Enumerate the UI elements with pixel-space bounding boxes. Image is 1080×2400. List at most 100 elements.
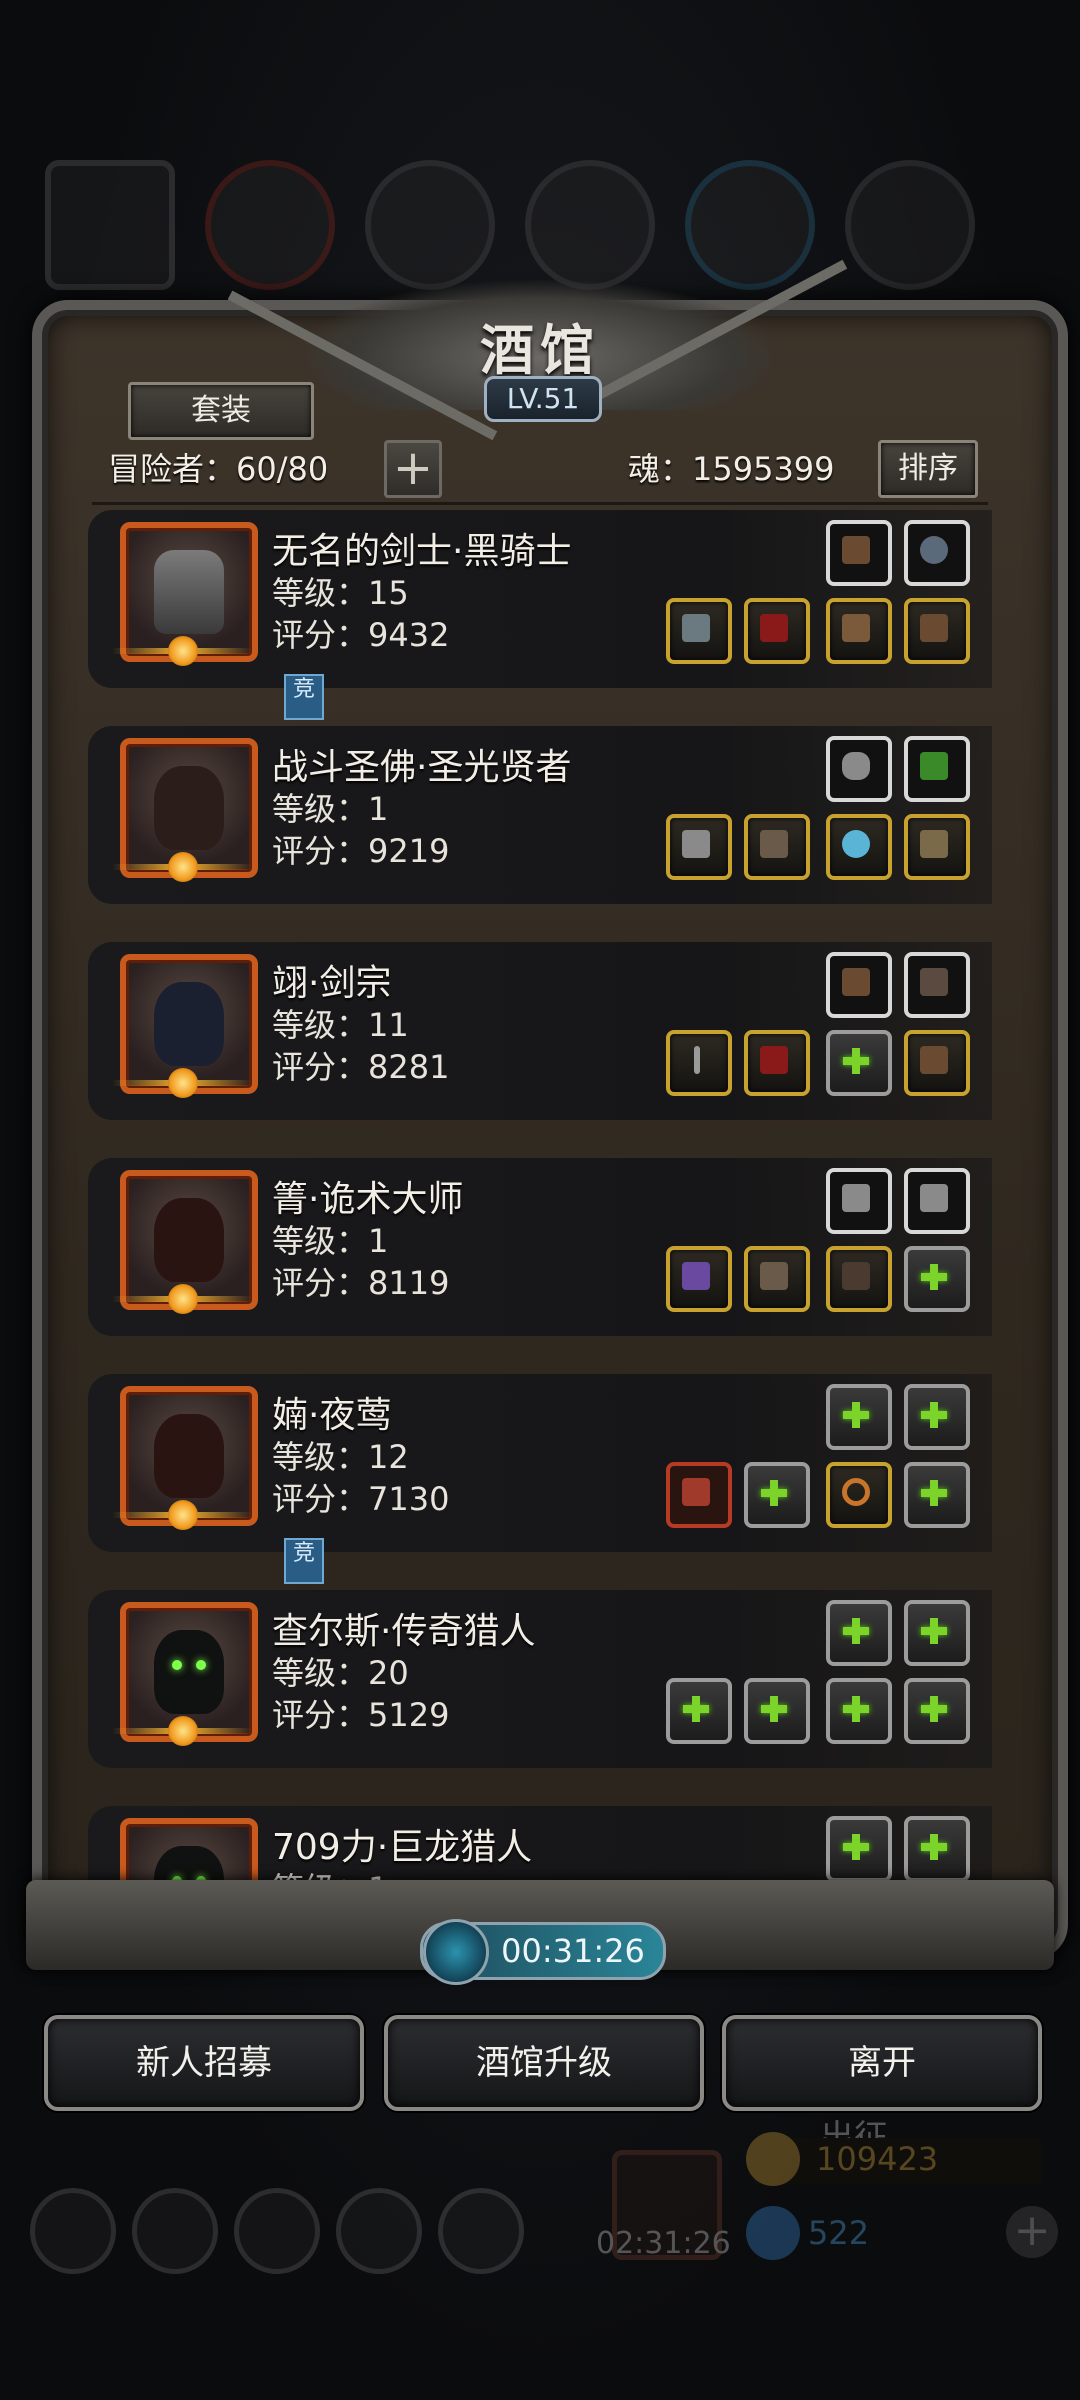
character-level: 等级：11 [272,1006,409,1044]
gold-amount: 109423 [816,2140,939,2178]
character-level: 等级：1 [272,790,389,828]
sort-button[interactable]: 排序 [878,440,978,498]
character-card[interactable]: 婻·夜莺 等级：12 评分：7130 [88,1374,992,1552]
star-emblem-icon [112,850,252,886]
plank-resource-icon [365,160,495,290]
character-level: 等级：20 [272,1654,409,1692]
stone-resource-icon [845,160,975,290]
black-knight-portrait-icon [154,550,224,634]
armor-slot-icon[interactable] [744,598,810,664]
clock-icon [423,1919,489,1985]
empty-slot-add-icon[interactable] [826,1384,892,1450]
trickster-portrait-icon [154,1198,224,1282]
character-level: 等级：15 [272,574,409,612]
add-adventurer-button[interactable]: + [384,440,442,498]
blade-slot-icon[interactable] [666,1246,732,1312]
character-card[interactable]: 无名的剑士·黑骑士 等级：15 评分：9432 [88,510,992,688]
armor-slot-icon[interactable] [744,1030,810,1096]
recruit-button[interactable]: 新人招募 [44,2015,364,2111]
star-emblem-icon [112,1282,252,1318]
sword-slot-icon[interactable] [666,1030,732,1096]
character-score: 评分：8281 [272,1048,450,1086]
character-name: 战斗圣佛·圣光贤者 [272,747,572,788]
achievement-icon [132,2188,218,2274]
empty-slot-add-icon[interactable] [904,1816,970,1882]
sage-portrait-icon [154,766,224,850]
tome-slot-icon[interactable] [904,736,970,802]
boots-slot-icon[interactable] [904,598,970,664]
guild-icon [234,2188,320,2274]
leave-button[interactable]: 离开 [722,2015,1042,2111]
armor-slot-icon[interactable] [744,1246,810,1312]
empty-slot-add-icon[interactable] [666,1678,732,1744]
character-score: 评分：7130 [272,1480,450,1518]
empty-slot-add-icon[interactable] [904,1678,970,1744]
character-list: 无名的剑士·黑骑士 等级：15 评分：9432 竞 战斗圣佛·圣光贤者 等级：1… [88,510,992,1900]
character-level: 等级：12 [272,1438,409,1476]
competitive-badge: 竞 [284,1538,324,1584]
add-gem-icon: + [1006,2206,1058,2258]
refresh-timer: 00:31:26 [420,1919,666,1985]
character-card[interactable]: 战斗圣佛·圣光贤者 等级：1 评分：9219 [88,726,992,904]
timer-text: 00:31:26 [501,1932,645,1970]
mail-icon [336,2188,422,2274]
orb-slot-icon[interactable] [826,814,892,880]
tavern-level-badge: LV.51 [484,376,602,422]
empty-slot-add-icon[interactable] [904,1462,970,1528]
character-card[interactable]: 查尔斯·传奇猎人 等级：20 评分：5129 [88,1590,992,1768]
hero-slot-icon [45,160,175,290]
boots-slot-icon[interactable] [904,1030,970,1096]
weapon-slot-icon[interactable] [666,598,732,664]
empty-slot-add-icon[interactable] [826,1678,892,1744]
chest-slot-icon[interactable] [826,598,892,664]
character-card[interactable]: 翊·剑宗 等级：11 评分：8281 [88,942,992,1120]
empty-slot-add-icon[interactable] [826,1816,892,1882]
soul-count: 魂：1595399 [628,450,835,488]
sword-master-portrait-icon [154,982,224,1066]
dagger-slot-icon[interactable] [904,1168,970,1234]
feather-slot-icon[interactable] [904,952,970,1018]
gift-timer: 02:31:26 [596,2226,731,2261]
nightingale-portrait-icon [154,1414,224,1498]
armor-slot-icon[interactable] [744,814,810,880]
character-score: 评分：9432 [272,616,450,654]
cloak-slot-icon[interactable] [826,1246,892,1312]
star-emblem-icon [112,1714,252,1750]
necklace-slot-icon[interactable] [904,520,970,586]
gloves-slot-icon[interactable] [826,520,892,586]
character-level: 等级：1 [272,1222,389,1260]
star-emblem-icon [112,1066,252,1102]
empty-slot-add-icon[interactable] [826,1600,892,1666]
empty-slot-add-icon[interactable] [826,1030,892,1096]
empty-slot-add-icon[interactable] [904,1246,970,1312]
empty-slot-add-icon[interactable] [904,1600,970,1666]
character-card[interactable]: 箐·诡术大师 等级：1 评分：8119 [88,1158,992,1336]
page-title: 酒馆 [480,318,600,382]
dagger-slot-icon[interactable] [826,1168,892,1234]
character-name: 709力·巨龙猎人 [272,1827,533,1868]
crystal-resource-icon [685,160,815,290]
ring-slot-icon[interactable] [826,1462,892,1528]
tavern-upgrade-button[interactable]: 酒馆升级 [384,2015,704,2111]
wood-resource-icon [205,160,335,290]
hammer-slot-icon[interactable] [666,814,732,880]
gold-coin-icon [746,2132,800,2186]
character-name: 翊·剑宗 [272,963,392,1004]
star-emblem-icon [112,634,252,670]
red-blade-slot-icon[interactable] [666,1462,732,1528]
character-score: 评分：5129 [272,1696,450,1734]
empty-slot-add-icon[interactable] [744,1462,810,1528]
empty-slot-add-icon[interactable] [744,1678,810,1744]
mask-slot-icon[interactable] [826,736,892,802]
settings-icon [30,2188,116,2274]
gem-amount: 522 [808,2214,870,2252]
iron-resource-icon [525,160,655,290]
character-score: 评分：8119 [272,1264,450,1302]
adventurer-count: 冒险者：60/80 [108,450,329,488]
gloves-slot-icon[interactable] [826,952,892,1018]
gem-icon [746,2206,800,2260]
empty-slot-add-icon[interactable] [904,1384,970,1450]
header-divider [92,502,988,505]
suit-button[interactable]: 套装 [128,382,314,440]
belt-slot-icon[interactable] [904,814,970,880]
